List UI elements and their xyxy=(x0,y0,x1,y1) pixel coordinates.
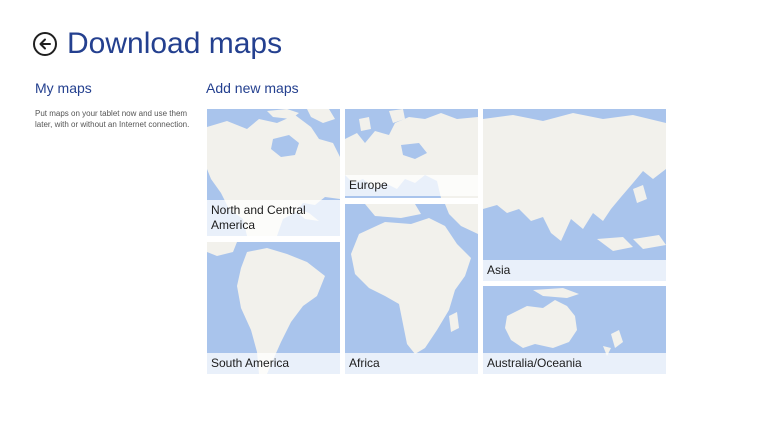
download-maps-page: Download maps My maps Put maps on your t… xyxy=(0,0,759,427)
region-label: Australia/Oceania xyxy=(483,353,666,374)
region-label: Africa xyxy=(345,353,478,374)
region-tile-europe[interactable]: Europe xyxy=(345,109,478,198)
africa-map-image xyxy=(345,204,478,374)
add-new-maps-heading: Add new maps xyxy=(206,80,299,96)
back-button[interactable] xyxy=(33,32,57,56)
region-label: South America xyxy=(207,353,340,374)
region-label: Asia xyxy=(483,260,666,281)
region-tile-north-central-america[interactable]: North and Central America xyxy=(207,109,340,236)
back-arrow-icon xyxy=(39,38,51,50)
region-tile-asia[interactable]: Asia xyxy=(483,109,666,281)
my-maps-description: Put maps on your tablet now and use them… xyxy=(35,109,190,129)
asia-map-image xyxy=(483,109,666,281)
my-maps-heading: My maps xyxy=(35,80,92,96)
page-title: Download maps xyxy=(67,27,283,60)
region-tile-australia-oceania[interactable]: Australia/Oceania xyxy=(483,286,666,374)
region-label: North and Central America xyxy=(207,200,340,236)
region-tile-africa[interactable]: Africa xyxy=(345,204,478,374)
region-label: Europe xyxy=(345,175,478,196)
region-tile-south-america[interactable]: South America xyxy=(207,242,340,374)
